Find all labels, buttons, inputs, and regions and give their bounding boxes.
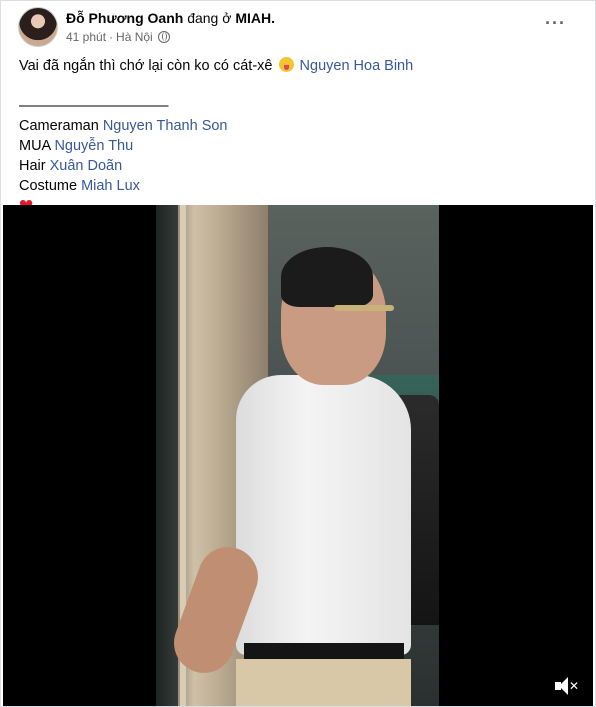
post-text: Vai đã ngắn thì chớ lại còn ko có cát-xê… xyxy=(19,56,579,216)
credit-row: Hair Xuân Doãn xyxy=(19,156,579,176)
avatar[interactable] xyxy=(18,7,58,47)
credit-name-link[interactable]: Xuân Doãn xyxy=(50,158,123,174)
credit-row: MUA Nguyễn Thu xyxy=(19,136,579,156)
video-person-pants xyxy=(236,659,411,707)
credit-role: Cameraman xyxy=(19,118,99,134)
video-frame xyxy=(156,205,439,707)
credit-row: Cameraman Nguyen Thanh Son xyxy=(19,116,579,136)
globe-icon[interactable] xyxy=(157,31,170,43)
caption-text: Vai đã ngắn thì chớ lại còn ko có cát-xê xyxy=(19,58,273,74)
speaker-muted-icon[interactable]: ✕ xyxy=(555,677,579,695)
separator: ——————————— xyxy=(19,98,169,114)
credit-row: Costume Miah Lux xyxy=(19,176,579,196)
meta-dot: · xyxy=(109,30,114,44)
post-card: Đỗ Phương Oanh đang ở MIAH. 41 phút · Hà… xyxy=(0,0,596,707)
video-person-belt xyxy=(244,643,404,659)
credit-role: Costume xyxy=(19,178,78,194)
credit-name-link[interactable]: Nguyen Thanh Son xyxy=(103,118,228,134)
video-person-shirt xyxy=(236,375,411,655)
caption-line: Vai đã ngắn thì chớ lại còn ko có cát-xê… xyxy=(19,56,579,76)
place-link[interactable]: MIAH. xyxy=(235,10,275,26)
video-player[interactable]: ✕ xyxy=(3,205,593,707)
post-meta: 41 phút · Hà Nội xyxy=(66,30,170,44)
ellipsis-icon[interactable]: ··· xyxy=(545,14,566,32)
credit-role: MUA xyxy=(19,138,51,154)
video-person-hair xyxy=(281,247,373,307)
author-line: Đỗ Phương Oanh đang ở MIAH. xyxy=(66,10,275,27)
video-person-glasses xyxy=(334,305,394,311)
post-location[interactable]: Hà Nội xyxy=(116,30,153,44)
credit-name-link[interactable]: Nguyễn Thu xyxy=(54,138,133,154)
post-time[interactable]: 41 phút xyxy=(66,30,106,44)
post-header: Đỗ Phương Oanh đang ở MIAH. 41 phút · Hà… xyxy=(18,6,578,50)
at-text: đang ở xyxy=(187,10,232,26)
credit-role: Hair xyxy=(19,158,46,174)
tagged-user-link[interactable]: Nguyen Hoa Binh xyxy=(300,58,414,74)
tongue-emoji xyxy=(278,57,294,72)
credit-name-link[interactable]: Miah Lux xyxy=(81,178,140,194)
author-name[interactable]: Đỗ Phương Oanh xyxy=(66,10,183,26)
